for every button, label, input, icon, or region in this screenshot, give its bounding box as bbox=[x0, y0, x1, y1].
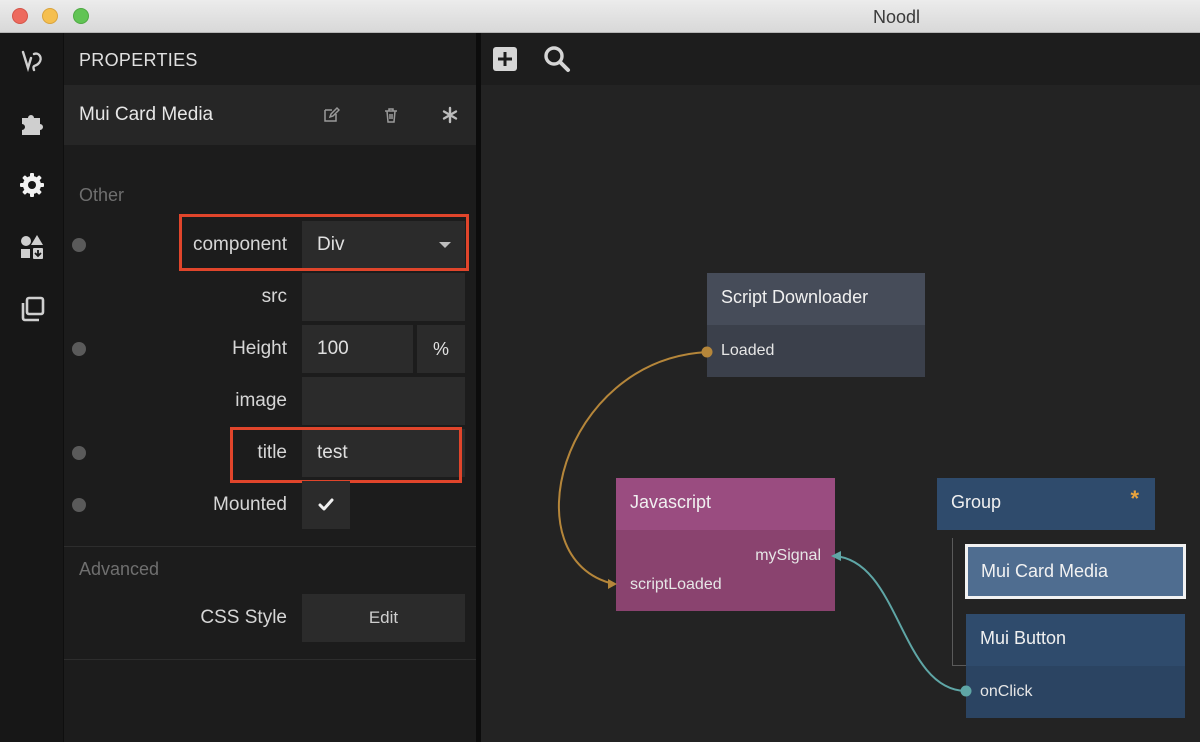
window-title: Noodl bbox=[872, 7, 920, 27]
node-title: Javascript bbox=[630, 492, 712, 512]
height-input[interactable]: 100 bbox=[302, 325, 413, 373]
trash-icon[interactable] bbox=[380, 104, 402, 126]
prop-label-height: Height bbox=[232, 338, 287, 359]
properties-header: PROPERTIES bbox=[64, 33, 478, 85]
prop-row-css-style: CSS Style Edit bbox=[64, 594, 478, 642]
prop-row-image: image bbox=[64, 377, 478, 425]
node-title: Group bbox=[951, 492, 1002, 512]
image-input[interactable] bbox=[302, 377, 465, 425]
node-header: Javascript bbox=[616, 478, 835, 530]
canvas-toolbar bbox=[481, 33, 1200, 85]
window-titlebar: Noodl bbox=[0, 0, 1200, 33]
section-divider bbox=[64, 659, 478, 660]
node-header: Mui Button bbox=[966, 614, 1185, 666]
gear-icon[interactable] bbox=[14, 167, 50, 203]
height-unit-toggle[interactable]: % bbox=[417, 325, 465, 373]
prop-row-src: src bbox=[64, 273, 478, 321]
mounted-checkbox[interactable] bbox=[302, 481, 350, 529]
highlight-box-title bbox=[230, 427, 462, 483]
node-title: Mui Card Media bbox=[981, 561, 1109, 581]
prop-label-image: image bbox=[235, 390, 287, 411]
selected-node-name[interactable]: Mui Card Media bbox=[79, 104, 213, 126]
node-script-downloader[interactable]: Script Downloader Loaded bbox=[707, 273, 925, 377]
hierarchy-line bbox=[952, 538, 953, 666]
node-header: Script Downloader bbox=[707, 273, 925, 325]
node-title: Mui Button bbox=[980, 628, 1067, 648]
node-header: Group * bbox=[937, 478, 1155, 530]
copy-icon[interactable] bbox=[14, 291, 50, 327]
node-body: onClick bbox=[966, 666, 1185, 718]
node-mui-card-media[interactable]: Mui Card Media bbox=[965, 544, 1186, 599]
puzzle-icon[interactable] bbox=[14, 105, 50, 141]
port-connector-dot[interactable] bbox=[72, 446, 86, 460]
node-title: Script Downloader bbox=[721, 287, 869, 307]
node-mui-button[interactable]: Mui Button onClick bbox=[966, 614, 1185, 718]
port-connector-dot[interactable] bbox=[72, 342, 86, 356]
plus-icon[interactable] bbox=[490, 44, 520, 74]
asterisk-icon: * bbox=[1130, 486, 1139, 511]
selected-node-row: Mui Card Media bbox=[64, 85, 478, 145]
hierarchy-line bbox=[952, 665, 966, 666]
section-advanced-label: Advanced bbox=[79, 559, 160, 579]
node-body: Loaded bbox=[707, 325, 925, 377]
prop-row-height: Height 100 % bbox=[64, 325, 478, 373]
prop-label-css-style: CSS Style bbox=[200, 607, 287, 628]
properties-title: PROPERTIES bbox=[79, 50, 198, 70]
height-input-value: 100 bbox=[317, 338, 349, 359]
node-group[interactable]: Group * bbox=[937, 478, 1155, 530]
sidebar-rail bbox=[0, 33, 64, 742]
noodl-logo-icon[interactable] bbox=[14, 43, 50, 79]
prop-row-mounted: Mounted bbox=[64, 481, 478, 529]
port-label-onclick: onClick bbox=[980, 683, 1033, 700]
css-style-edit-button[interactable]: Edit bbox=[302, 594, 465, 642]
node-javascript[interactable]: Javascript mySignal scriptLoaded bbox=[616, 478, 835, 611]
highlight-box-component bbox=[179, 214, 469, 271]
check-icon bbox=[318, 498, 334, 511]
port-connector-dot[interactable] bbox=[72, 238, 86, 252]
height-unit-value: % bbox=[432, 339, 449, 359]
search-icon[interactable] bbox=[542, 44, 572, 74]
port-label-scriptloaded: scriptLoaded bbox=[630, 576, 722, 593]
port-label-loaded: Loaded bbox=[721, 342, 775, 359]
asterisk-icon[interactable] bbox=[439, 104, 461, 126]
edit-icon[interactable] bbox=[320, 104, 342, 126]
src-input[interactable] bbox=[302, 273, 465, 321]
section-other-label: Other bbox=[79, 185, 125, 205]
prop-label-mounted: Mounted bbox=[213, 494, 287, 515]
node-body: mySignal scriptLoaded bbox=[616, 530, 835, 611]
port-connector-dot[interactable] bbox=[72, 498, 86, 512]
node-graph-canvas[interactable]: Script Downloader Loaded Javascript mySi… bbox=[481, 33, 1200, 742]
components-icon[interactable] bbox=[14, 229, 50, 265]
port-label-mysignal: mySignal bbox=[755, 547, 821, 564]
properties-panel: PROPERTIES Mui Card Media Other componen… bbox=[64, 33, 478, 742]
section-divider bbox=[64, 546, 478, 547]
prop-label-src: src bbox=[261, 286, 287, 307]
